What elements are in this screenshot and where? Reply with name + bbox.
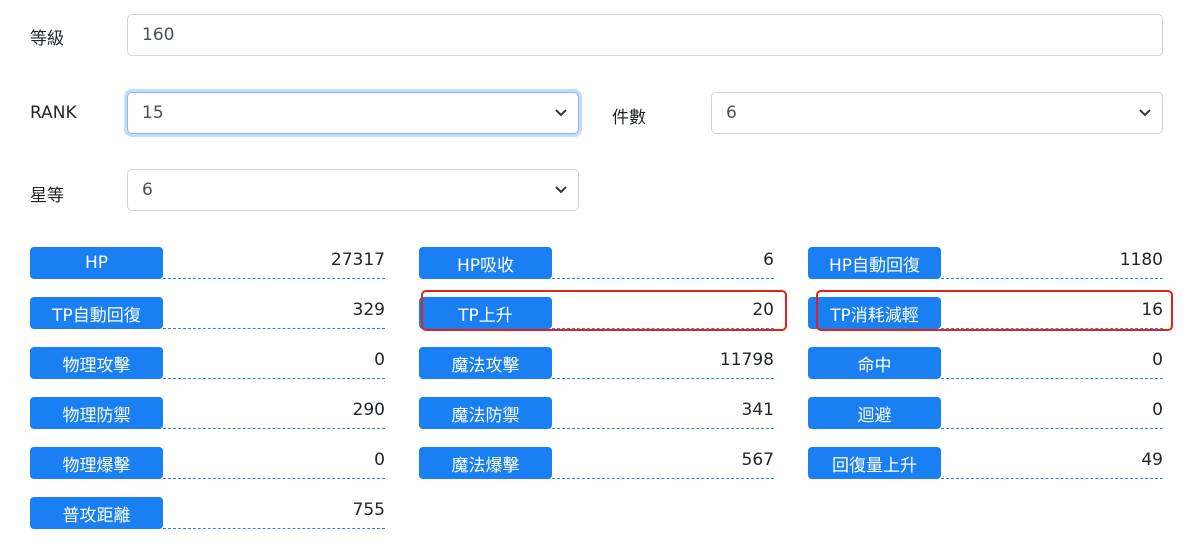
dashed-divider [552, 428, 774, 429]
dashed-divider [941, 478, 1163, 479]
highlight-box-tp-reduce [816, 290, 1173, 331]
stat-label: 迴避 [808, 397, 941, 429]
rank-label: RANK [30, 103, 77, 123]
stat-row: 魔法爆擊 567 [419, 447, 774, 481]
stat-row: 物理爆擊 0 [30, 447, 385, 481]
stat-value: 341 [741, 400, 774, 420]
stat-value: 0 [374, 450, 385, 470]
stat-label: HP自動回復 [808, 247, 941, 279]
stat-row: 物理攻擊 0 [30, 347, 385, 381]
dashed-divider [552, 378, 774, 379]
chevron-down-icon [555, 109, 567, 117]
stat-label: 魔法攻擊 [419, 347, 552, 379]
stat-row: TP自動回復 329 [30, 297, 385, 331]
level-input[interactable]: 160 [127, 14, 1163, 56]
stat-value: 0 [1152, 350, 1163, 370]
dashed-divider [941, 378, 1163, 379]
dashed-divider [163, 328, 385, 329]
stat-label: 普攻距離 [30, 497, 163, 529]
rank-select[interactable]: 15 [127, 92, 579, 134]
stat-label: 回復量上升 [808, 447, 941, 479]
star-select-value: 6 [142, 180, 153, 200]
stat-row: 魔法防禦 341 [419, 397, 774, 431]
dashed-divider [163, 428, 385, 429]
stat-label: 物理攻擊 [30, 347, 163, 379]
stat-value: 1180 [1119, 250, 1163, 270]
stat-label: 魔法防禦 [419, 397, 552, 429]
stat-label: TP自動回復 [30, 297, 163, 329]
dashed-divider [163, 478, 385, 479]
stat-value: 329 [352, 300, 385, 320]
level-label: 等級 [30, 29, 64, 49]
stat-row: 命中 0 [808, 347, 1163, 381]
stat-value: 27317 [330, 250, 385, 270]
stat-label: HP吸收 [419, 247, 552, 279]
stat-row: HP自動回復 1180 [808, 247, 1163, 281]
stat-value: 755 [352, 500, 385, 520]
stat-label: 物理爆擊 [30, 447, 163, 479]
count-label: 件數 [612, 108, 646, 128]
stat-row: HP 27317 [30, 247, 385, 281]
count-select-value: 6 [726, 103, 737, 123]
star-select[interactable]: 6 [127, 169, 579, 211]
stat-value: 0 [374, 350, 385, 370]
dashed-divider [941, 428, 1163, 429]
stat-row: 物理防禦 290 [30, 397, 385, 431]
dashed-divider [163, 528, 385, 529]
stat-label: 物理防禦 [30, 397, 163, 429]
stat-value: 6 [763, 250, 774, 270]
dashed-divider [552, 478, 774, 479]
stat-label: HP [30, 247, 163, 279]
stat-label: 魔法爆擊 [419, 447, 552, 479]
dashed-divider [941, 278, 1163, 279]
count-select[interactable]: 6 [711, 92, 1163, 134]
stat-label: 命中 [808, 347, 941, 379]
stat-row: 迴避 0 [808, 397, 1163, 431]
stat-row: 魔法攻擊 11798 [419, 347, 774, 381]
stat-value: 290 [352, 400, 385, 420]
rank-select-value: 15 [142, 103, 164, 123]
stat-value: 11798 [719, 350, 774, 370]
stat-value: 49 [1141, 450, 1163, 470]
stat-row: 普攻距離 755 [30, 497, 385, 531]
star-label: 星等 [30, 186, 64, 206]
dashed-divider [163, 378, 385, 379]
highlight-box-tp-up [421, 290, 787, 331]
dashed-divider [552, 278, 774, 279]
stat-row: HP吸收 6 [419, 247, 774, 281]
stat-value: 567 [741, 450, 774, 470]
stat-value: 0 [1152, 400, 1163, 420]
stat-row: 回復量上升 49 [808, 447, 1163, 481]
chevron-down-icon [1139, 109, 1151, 117]
dashed-divider [163, 278, 385, 279]
level-input-value: 160 [142, 25, 175, 45]
chevron-down-icon [555, 186, 567, 194]
